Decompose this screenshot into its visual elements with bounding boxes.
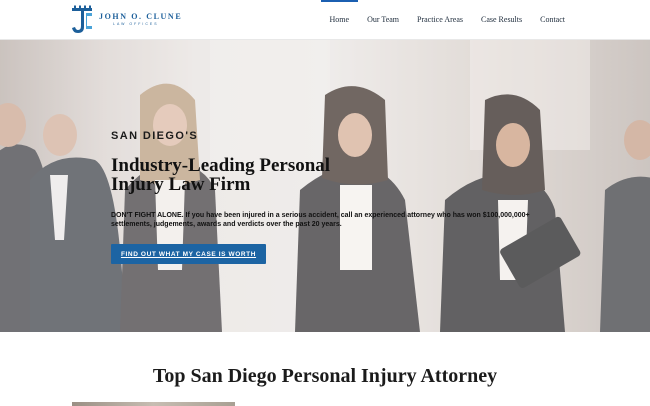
hero-headline: Industry-Leading Personal Injury Law Fir… [111,156,371,194]
site-header: JOHN O. CLUNE LAW OFFICES Home Our Team … [0,0,650,40]
hero-section: SAN DIEGO'S Industry-Leading Personal In… [0,40,650,332]
logo-name: JOHN O. CLUNE [99,12,183,22]
nav-case-results[interactable]: Case Results [472,0,531,40]
section-title: Top San Diego Personal Injury Attorney [152,365,498,387]
jc-monogram-shield-icon [72,5,92,33]
site-logo[interactable]: JOHN O. CLUNE LAW OFFICES [70,4,182,36]
hero-eyebrow: SAN DIEGO'S [111,130,199,142]
nav-our-team[interactable]: Our Team [358,0,408,40]
logo-subtitle: LAW OFFICES [113,22,159,27]
hero-lead-text: DON'T FIGHT ALONE. If you have been inju… [111,212,530,228]
nav-contact[interactable]: Contact [531,0,574,40]
case-value-cta-button[interactable]: FIND OUT WHAT MY CASE IS WORTH [111,244,266,264]
logo-text: JOHN O. CLUNE LAW OFFICES [99,13,182,27]
hero-headline-line-2: Injury Law Firm [111,174,251,195]
nav-practice-areas[interactable]: Practice Areas [408,0,472,40]
section-photo [72,402,235,406]
hero-headline-line-1: Industry-Leading Personal [111,155,331,176]
nav-home[interactable]: Home [320,0,359,40]
main-nav: Home Our Team Practice Areas Case Result… [320,0,575,40]
